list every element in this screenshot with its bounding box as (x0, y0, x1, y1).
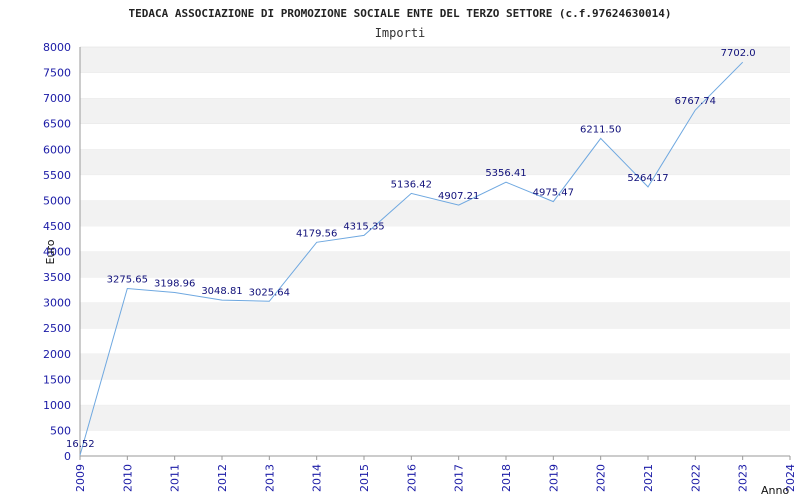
plot-bands (79, 46, 790, 457)
y-tick-label: 5500 (43, 169, 71, 182)
y-tick-label: 3000 (43, 297, 71, 310)
x-tick-label: 2012 (216, 464, 229, 492)
x-tick-label: 2010 (121, 464, 134, 492)
data-label: 4179.56 (296, 228, 337, 239)
plot-band (80, 302, 790, 329)
y-tick-label: 1000 (43, 399, 71, 412)
y-tick-label: 1500 (43, 373, 71, 386)
y-tick-label: 500 (50, 424, 71, 437)
y-tick-label: 7500 (43, 67, 71, 80)
data-label: 5264.17 (627, 173, 668, 184)
y-tick-label: 2000 (43, 348, 71, 361)
plot-band (80, 174, 790, 201)
plot-band (80, 328, 790, 354)
x-tick-label: 2019 (547, 464, 560, 492)
x-tick-label: 2023 (737, 464, 750, 492)
x-tick-label: 2016 (405, 464, 418, 492)
data-label: 3275.65 (107, 275, 148, 286)
plot-band (80, 225, 790, 252)
y-tick-label: 8000 (43, 41, 71, 54)
x-tick-label: 2009 (74, 464, 87, 492)
x-tick-label: 2020 (595, 464, 608, 492)
x-axis-label: Anno (761, 484, 789, 497)
data-label: 3048.81 (201, 286, 242, 297)
y-tick-label: 7000 (43, 92, 71, 105)
plot-band (80, 123, 790, 150)
data-label: 3025.64 (249, 287, 290, 298)
data-label: 4907.21 (438, 191, 479, 202)
plot-band (80, 47, 790, 73)
x-tick-label: 2013 (263, 464, 276, 492)
x-tick-label: 2017 (453, 464, 466, 492)
plot-band (80, 200, 790, 226)
plot-band (80, 72, 790, 99)
plot-band (80, 353, 790, 380)
chart-title: TEDACA ASSOCIAZIONE DI PROMOZIONE SOCIAL… (128, 7, 671, 20)
x-tick-label: 2018 (500, 464, 513, 492)
line-chart: 0500100015002000250030003500400045005000… (43, 7, 797, 497)
y-tick-label: 6500 (43, 118, 71, 131)
data-label: 5136.42 (391, 179, 432, 190)
y-axis-label: Euro (44, 239, 57, 264)
data-label: 6767.74 (675, 96, 716, 107)
y-tick-label: 3500 (43, 271, 71, 284)
x-tick-label: 2015 (358, 464, 371, 492)
data-label: 4975.47 (533, 188, 574, 199)
y-tick-label: 4500 (43, 220, 71, 233)
plot-band (80, 379, 790, 405)
y-tick-label: 6000 (43, 143, 71, 156)
data-label: 7702.0 (721, 48, 756, 59)
data-label: 3198.96 (154, 278, 195, 289)
data-label: 5356.41 (485, 168, 526, 179)
data-label: 4315.35 (343, 221, 384, 232)
x-axis-ticks: 2009 2010 2011 2012 2013 2014 2015 2016 2017 2018… (74, 456, 797, 492)
plot-band (80, 149, 790, 175)
x-tick-label: 2022 (689, 464, 702, 492)
x-tick-label: 2011 (169, 464, 182, 492)
y-tick-label: 5000 (43, 194, 71, 207)
y-tick-label: 0 (64, 450, 71, 463)
plot-band (80, 430, 790, 456)
chart-subtitle: Importi (375, 26, 426, 40)
plot-band (80, 251, 790, 278)
x-tick-label: 2014 (311, 464, 324, 492)
x-tick-label: 2021 (642, 464, 655, 492)
plot-band (80, 404, 790, 431)
data-label: 6211.50 (580, 124, 621, 135)
data-label: 16.52 (66, 439, 95, 450)
y-tick-label: 2500 (43, 322, 71, 335)
